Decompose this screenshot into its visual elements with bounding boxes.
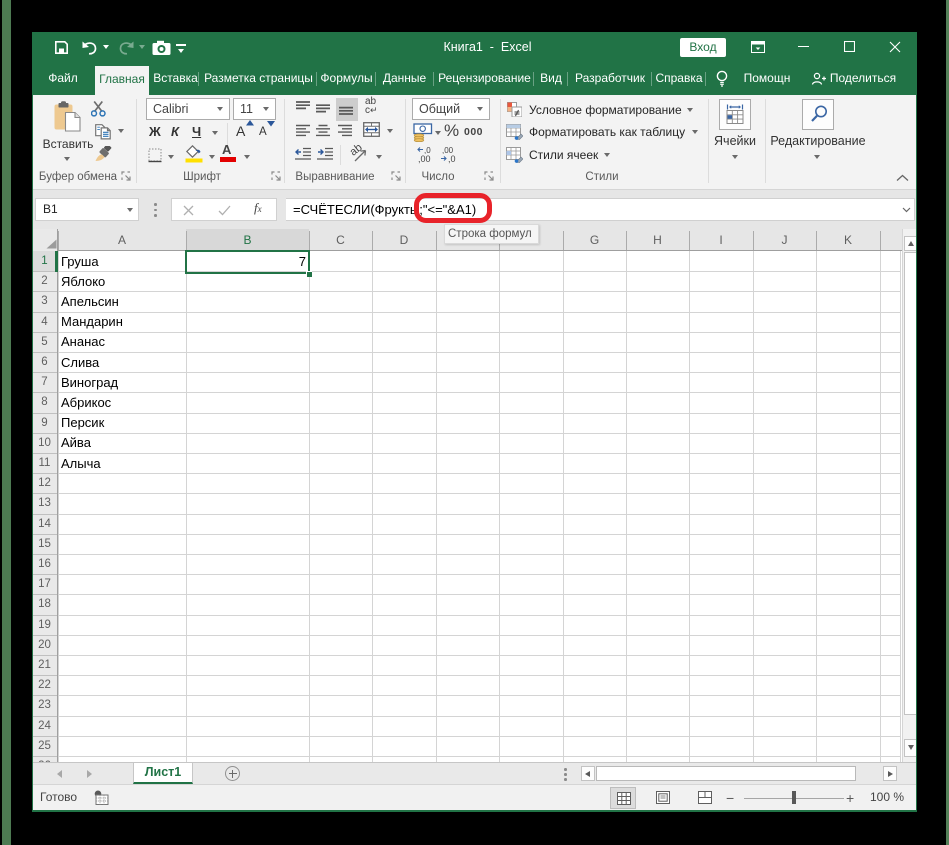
svg-text:,0: ,0	[448, 154, 456, 164]
svg-text:,00: ,00	[418, 154, 431, 164]
